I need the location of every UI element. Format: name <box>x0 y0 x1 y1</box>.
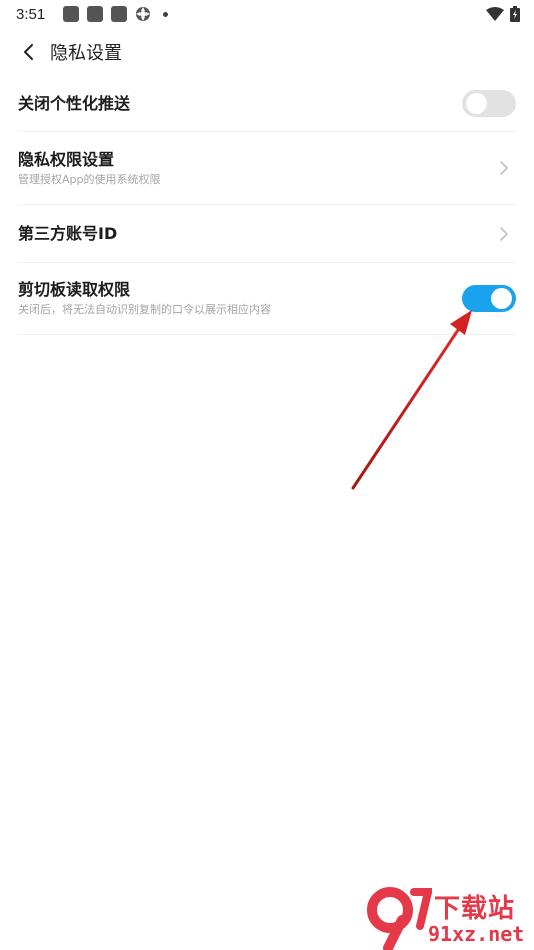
notification-square-icon <box>63 6 80 22</box>
settings-list: 关闭个性化推送 隐私权限设置 管理授权App的使用系统权限 第三方账号ID 剪切… <box>18 76 516 335</box>
setting-text: 隐私权限设置 管理授权App的使用系统权限 <box>18 150 494 187</box>
wifi-icon <box>486 7 504 21</box>
header: 隐私设置 <box>0 32 534 72</box>
setting-row-personalized-push[interactable]: 关闭个性化推送 <box>18 76 516 132</box>
battery-charging-icon <box>510 6 520 22</box>
status-right <box>486 6 520 22</box>
setting-title: 关闭个性化推送 <box>18 93 131 113</box>
setting-row-third-party-account[interactable]: 第三方账号ID <box>18 205 516 263</box>
watermark-top-text: 下载站 <box>434 894 516 924</box>
setting-text: 剪切板读取权限 关闭后，将无法自动识别复制的口令以展示相应内容 <box>18 280 462 317</box>
setting-text: 关闭个性化推送 <box>18 94 462 114</box>
toggle-knob <box>491 288 512 309</box>
notification-square-icon <box>87 6 104 22</box>
setting-subtitle: 管理授权App的使用系统权限 <box>18 172 161 186</box>
watermark-logo: 下载站 91xz.net <box>362 886 534 950</box>
chevron-left-icon <box>24 44 33 60</box>
notification-square-icon <box>111 6 128 22</box>
setting-title: 隐私权限设置 <box>18 149 115 169</box>
setting-row-privacy-permissions[interactable]: 隐私权限设置 管理授权App的使用系统权限 <box>18 132 516 205</box>
watermark-9-logo-icon <box>367 887 432 950</box>
toggle-knob <box>466 93 487 114</box>
dot-icon <box>163 11 169 17</box>
screen: 3:51 隐私设置 关闭个性化推送 隐私权限设置 管理授权App的使用系统权限 … <box>0 0 534 950</box>
clipboard-permission-toggle[interactable] <box>462 285 516 312</box>
setting-text: 第三方账号ID <box>18 224 494 244</box>
back-button[interactable] <box>8 32 48 72</box>
watermark-bottom-text: 91xz.net <box>428 922 525 946</box>
setting-subtitle: 关闭后，将无法自动识别复制的口令以展示相应内容 <box>18 303 271 316</box>
sync-icon <box>136 7 151 21</box>
setting-title: 第三方账号ID <box>18 223 118 243</box>
status-time: 3:51 <box>16 5 46 23</box>
status-bar: 3:51 <box>0 0 534 28</box>
personalized-push-toggle[interactable] <box>462 90 516 117</box>
chevron-right-icon <box>494 224 514 244</box>
setting-title: 剪切板读取权限 <box>18 280 131 299</box>
setting-row-clipboard-permission[interactable]: 剪切板读取权限 关闭后，将无法自动识别复制的口令以展示相应内容 <box>18 263 516 335</box>
chevron-right-icon <box>494 158 514 178</box>
page-title: 隐私设置 <box>50 43 122 64</box>
